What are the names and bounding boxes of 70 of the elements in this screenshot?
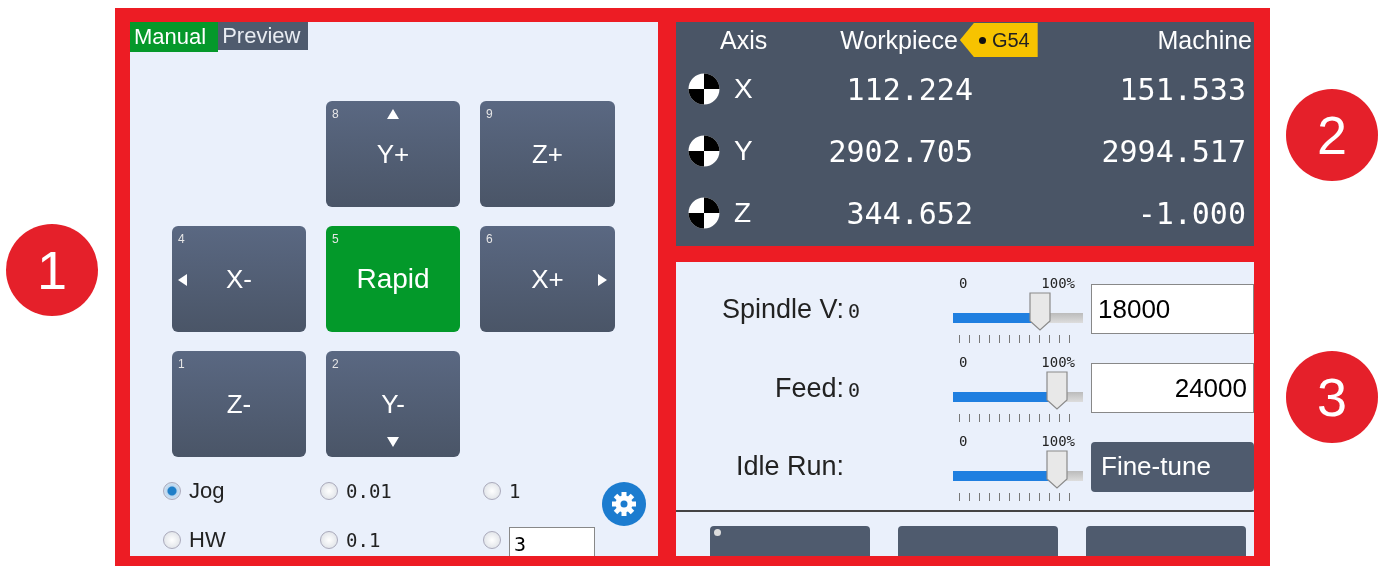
jog-key[interactable]: 5 Rapid: [326, 226, 460, 332]
scale-label: 100%: [1041, 275, 1075, 294]
slider-thumb[interactable]: [1045, 448, 1069, 489]
radio-button[interactable]: [483, 481, 501, 500]
jog-key[interactable]: 9 Z+: [480, 101, 615, 207]
radio-button[interactable]: [483, 530, 501, 549]
scale-label: 0: [959, 432, 968, 451]
down-arrow-icon: [387, 437, 399, 447]
machine-coordinate: 2994.517: [1100, 133, 1247, 169]
radio-label: 0.1: [346, 528, 381, 551]
value-input-field[interactable]: 24000: [1091, 363, 1254, 413]
axis-label: Z: [734, 197, 753, 229]
scale-label: 100%: [1041, 354, 1075, 372]
jog-key[interactable]: 6 X+: [480, 226, 615, 332]
right-arrow-icon: [598, 274, 607, 286]
machine-coordinate: 151.533: [1118, 71, 1247, 107]
radio-label: HW: [189, 526, 226, 553]
crosshair-target-icon: [688, 73, 720, 105]
crosshair-target-icon: [688, 135, 720, 167]
key-number: 1: [178, 357, 185, 371]
axis-label: Y: [734, 135, 754, 167]
jog-key[interactable]: 2 Y-: [326, 351, 460, 457]
coordinate-system-tag: G54: [959, 23, 1038, 57]
dot-icon: [714, 529, 721, 536]
scale-label: 0: [959, 275, 968, 294]
key-number: 2: [332, 357, 339, 371]
radio-button[interactable]: [320, 530, 338, 549]
key-number: 6: [486, 232, 493, 246]
key-number: 4: [178, 232, 185, 246]
column-header: Machine: [1157, 25, 1252, 55]
tab[interactable]: Manual: [130, 22, 219, 52]
radio-button[interactable]: [163, 530, 181, 549]
key-number: 5: [332, 232, 339, 246]
jog-key[interactable]: 4 X-: [172, 226, 306, 332]
left-arrow-icon: [178, 274, 187, 286]
workpiece-coordinate: 344.652: [845, 195, 973, 231]
callout-marker: 2: [1286, 89, 1378, 181]
axis-label: X: [734, 73, 754, 105]
override-label: Feed:: [774, 372, 844, 404]
radio-label: 1: [509, 479, 521, 502]
fine-tune-button[interactable]: Fine-tune: [1091, 441, 1254, 492]
settings-icon[interactable]: [601, 481, 647, 527]
column-header: Workpiece: [840, 25, 958, 55]
override-label: Idle Run:: [735, 451, 844, 483]
jog-key[interactable]: 8 Y+: [326, 101, 460, 207]
key-number: 8: [332, 107, 339, 121]
radio-button[interactable]: [320, 481, 338, 500]
workpiece-coordinate: 2902.705: [827, 133, 973, 169]
jog-key[interactable]: 1 Z-: [172, 351, 306, 457]
key-number: 9: [486, 107, 493, 121]
override-label: Spindle V:: [721, 293, 844, 325]
workpiece-coordinate: 112.224: [845, 71, 973, 107]
callout-marker: 3: [1286, 351, 1378, 443]
slider-thumb[interactable]: [1045, 370, 1069, 410]
slider-thumb[interactable]: [1028, 291, 1053, 332]
scale-label: 0: [959, 354, 968, 372]
radio-label: 0.01: [346, 479, 392, 502]
callout-marker: 1: [6, 224, 98, 316]
radio-label: Jog: [189, 477, 225, 504]
column-header: Axis: [720, 25, 768, 55]
value-input-field[interactable]: 18000: [1091, 284, 1254, 335]
step-input-field[interactable]: 3: [509, 526, 595, 556]
up-arrow-icon: [387, 109, 399, 119]
machine-coordinate: -1.000: [1136, 195, 1247, 231]
scale-label: 100%: [1041, 432, 1075, 451]
override-value: 0: [848, 377, 861, 402]
radio-button[interactable]: [163, 481, 181, 500]
override-value: 0: [848, 298, 861, 323]
crosshair-target-icon: [688, 197, 720, 229]
tab[interactable]: Preview: [218, 22, 309, 50]
